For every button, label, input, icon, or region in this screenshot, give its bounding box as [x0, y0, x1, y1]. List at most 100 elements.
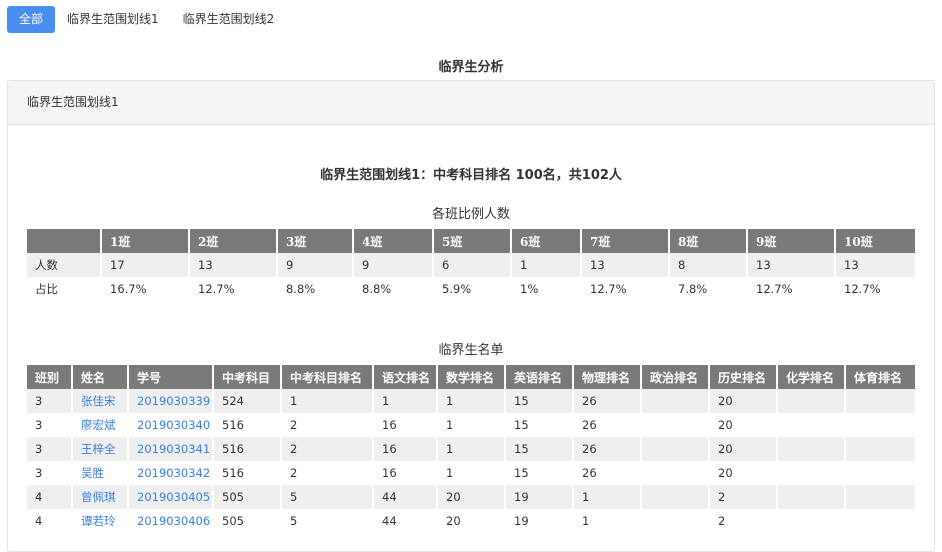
column-header: 物理排名 — [573, 365, 642, 389]
table-cell: 15 — [505, 437, 574, 461]
column-header: 1班 — [101, 229, 190, 253]
column-header — [27, 229, 102, 253]
student-name-link[interactable]: 吴胜 — [81, 466, 104, 480]
table-cell: 8.8% — [353, 277, 434, 301]
table-cell — [845, 461, 917, 485]
tab-all[interactable]: 全部 — [7, 6, 56, 33]
table-cell: 2019030339 — [128, 389, 214, 413]
table-cell: 17 — [101, 253, 190, 277]
table-cell — [777, 413, 846, 437]
table-cell: 516 — [213, 413, 282, 437]
table-cell: 占比 — [27, 277, 102, 301]
column-header: 9班 — [747, 229, 836, 253]
column-header: 3班 — [277, 229, 354, 253]
column-header: 数学排名 — [437, 365, 506, 389]
table-row: 3 吴胜 2019030342 516 2 16 1 15 26 20 — [27, 461, 917, 485]
table-cell: 2 — [709, 509, 778, 533]
column-header: 8班 — [669, 229, 748, 253]
student-name-link[interactable]: 王梓全 — [81, 442, 116, 456]
class-ratio-table: 1班 2班 3班 4班 5班 6班 7班 8班 9班 10班 人数 17 13 9 9 6 1 13 8 13 13 占… — [27, 229, 917, 301]
student-id-link[interactable]: 2019030339 — [137, 394, 210, 408]
table-cell: 人数 — [27, 253, 102, 277]
student-name-link[interactable]: 谭若玲 — [81, 514, 116, 528]
table-cell: 6 — [433, 253, 512, 277]
table-cell: 19 — [505, 485, 574, 509]
student-id-link[interactable]: 2019030341 — [137, 442, 210, 456]
table-cell: 12.7% — [189, 277, 278, 301]
table-cell: 2019030405 — [128, 485, 214, 509]
column-header: 7班 — [581, 229, 670, 253]
table-cell — [777, 509, 846, 533]
table-cell: 12.7% — [747, 277, 836, 301]
table-cell: 9 — [353, 253, 434, 277]
column-header: 6班 — [511, 229, 582, 253]
table-row: 3 王梓全 2019030341 516 2 16 1 15 26 20 — [27, 437, 917, 461]
table-cell: 9 — [277, 253, 354, 277]
tab-range-line-1[interactable]: 临界生范围划线1 — [55, 6, 171, 33]
student-name-link[interactable]: 曾佩琪 — [81, 490, 116, 504]
table-cell: 1 — [437, 461, 506, 485]
table-cell: 2019030340 — [128, 413, 214, 437]
column-header: 4班 — [353, 229, 434, 253]
table-cell: 26 — [573, 413, 642, 437]
table-row: 人数 17 13 9 9 6 1 13 8 13 13 — [27, 253, 917, 277]
table-cell: 13 — [581, 253, 670, 277]
table-cell: 2 — [281, 413, 374, 437]
table-cell: 12.7% — [835, 277, 917, 301]
summary-text: 临界生范围划线1：中考科目排名 100名，共102人 — [320, 168, 622, 183]
table-cell — [641, 389, 710, 413]
table-cell: 13 — [747, 253, 836, 277]
table-cell: 16 — [373, 437, 438, 461]
student-name-link[interactable]: 廖宏斌 — [81, 418, 116, 432]
table-cell — [845, 389, 917, 413]
table-cell: 1 — [437, 413, 506, 437]
table-cell: 2019030406 — [128, 509, 214, 533]
table-cell: 8 — [669, 253, 748, 277]
student-name-link[interactable]: 张佳宋 — [81, 394, 116, 408]
table-cell: 26 — [573, 437, 642, 461]
column-header: 10班 — [835, 229, 917, 253]
tab-range-line-2[interactable]: 临界生范围划线2 — [171, 6, 287, 33]
table-cell: 4 — [27, 509, 73, 533]
table-cell: 2 — [709, 485, 778, 509]
student-id-link[interactable]: 2019030405 — [137, 490, 210, 504]
student-id-link[interactable]: 2019030340 — [137, 418, 210, 432]
table-cell: 吴胜 — [72, 461, 129, 485]
table-cell: 廖宏斌 — [72, 413, 129, 437]
table-cell — [777, 485, 846, 509]
table-cell: 3 — [27, 461, 73, 485]
column-header: 中考科目 — [213, 365, 282, 389]
table-cell: 2 — [281, 461, 374, 485]
table-cell: 1 — [281, 389, 374, 413]
table-cell: 1 — [573, 509, 642, 533]
table-cell: 13 — [189, 253, 278, 277]
table-cell: 1 — [573, 485, 642, 509]
column-header: 学号 — [128, 365, 214, 389]
table-cell: 7.8% — [669, 277, 748, 301]
column-header: 2班 — [189, 229, 278, 253]
table-cell: 1 — [373, 389, 438, 413]
table-cell: 5 — [281, 509, 374, 533]
table-cell — [777, 461, 846, 485]
column-header: 历史排名 — [709, 365, 778, 389]
student-id-link[interactable]: 2019030342 — [137, 466, 210, 480]
table-cell: 5 — [281, 485, 374, 509]
table-cell: 505 — [213, 485, 282, 509]
table-cell: 王梓全 — [72, 437, 129, 461]
table-cell: 16 — [373, 461, 438, 485]
column-header: 语文排名 — [373, 365, 438, 389]
table-cell: 16.7% — [101, 277, 190, 301]
table-cell: 1% — [511, 277, 582, 301]
table-cell: 524 — [213, 389, 282, 413]
column-header: 英语排名 — [505, 365, 574, 389]
table-cell: 20 — [709, 437, 778, 461]
column-header: 班别 — [27, 365, 73, 389]
table-cell — [641, 485, 710, 509]
table-cell: 2019030342 — [128, 461, 214, 485]
table-cell: 44 — [373, 509, 438, 533]
student-id-link[interactable]: 2019030406 — [137, 514, 210, 528]
table-cell — [845, 413, 917, 437]
table-cell: 曾佩琪 — [72, 485, 129, 509]
table-row: 4 曾佩琪 2019030405 505 5 44 20 19 1 2 — [27, 485, 917, 509]
table-cell: 5.9% — [433, 277, 512, 301]
